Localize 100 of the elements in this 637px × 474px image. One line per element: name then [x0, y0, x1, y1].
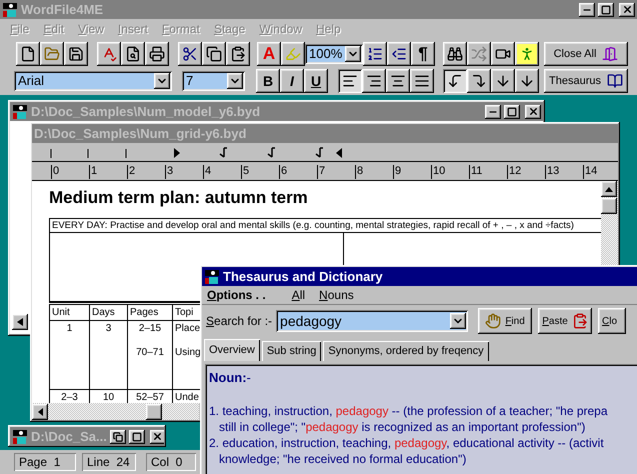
ruler-number: 5	[241, 165, 279, 179]
scroll-left-button[interactable]	[12, 314, 28, 330]
minimize-button[interactable]	[579, 2, 595, 16]
font-combo[interactable]: Arial	[14, 70, 172, 90]
pointing-hand-icon	[485, 313, 502, 329]
menu-item[interactable]: Nouns	[319, 288, 354, 302]
window-title: D:\Doc_Samples\Num_model_y6.byd	[31, 104, 262, 119]
print-preview-button[interactable]	[121, 42, 145, 66]
table-cell: 2–3	[61, 392, 78, 403]
restore-button[interactable]	[110, 430, 126, 444]
alignment-button[interactable]	[410, 68, 434, 92]
cut-button[interactable]	[178, 42, 202, 66]
outdent-button[interactable]	[387, 42, 411, 66]
table-cell: 2–15	[138, 323, 162, 334]
spell-check-button[interactable]	[97, 42, 121, 66]
close-icon	[152, 431, 164, 442]
alignment-button[interactable]	[362, 68, 386, 92]
menu-item[interactable]: All	[292, 288, 306, 302]
dropdown-button[interactable]	[450, 313, 466, 329]
left-arrow-icon	[17, 318, 23, 326]
outdent-icon	[391, 46, 407, 62]
dropdown-button[interactable]	[345, 46, 361, 62]
run-button[interactable]	[515, 42, 539, 66]
close-button[interactable]	[150, 430, 164, 444]
status-field: Line 24	[82, 453, 136, 471]
tab[interactable]: Overview	[204, 339, 260, 361]
document-heading: Medium term plan: autumn term	[49, 188, 309, 208]
highlight-button[interactable]	[281, 42, 305, 66]
minimize-button[interactable]	[485, 104, 501, 118]
scroll-thumb[interactable]	[146, 404, 162, 420]
dropdown-button[interactable]	[227, 72, 243, 88]
column-header: Pages	[128, 305, 173, 320]
dropdown-button[interactable]	[154, 72, 170, 88]
floppy-icon	[68, 46, 84, 62]
shuffle-icon	[471, 46, 487, 62]
find-button[interactable]: Find	[478, 308, 532, 334]
printer-icon	[149, 46, 165, 62]
status-field: Page 1	[14, 453, 76, 471]
ruler-number: 12	[507, 165, 545, 179]
close-button[interactable]: Clo	[598, 308, 626, 334]
search-field[interactable]: pedagogy	[276, 310, 468, 332]
window-title: WordFile4ME	[21, 2, 104, 17]
column-header: Days	[90, 305, 128, 320]
maximize-button[interactable]	[504, 104, 520, 118]
app-icon	[204, 268, 220, 284]
alignment-button[interactable]	[338, 68, 362, 92]
table-cell: 3	[106, 323, 112, 334]
scroll-up-button[interactable]	[601, 181, 617, 197]
paragraph-mark-button[interactable]: ¶	[411, 42, 435, 66]
thesaurus-button[interactable]: Thesaurus	[544, 68, 628, 92]
definition-line: knowledge; "he received no formal education")	[218, 451, 468, 467]
spacing-button[interactable]	[443, 68, 467, 92]
new-button[interactable]	[16, 42, 40, 66]
definition-line: still in college"; "pedagogy is recognized as an important profession")	[218, 419, 586, 435]
maximize-button[interactable]	[128, 430, 145, 444]
open-button[interactable]	[40, 42, 64, 66]
replace-button[interactable]	[467, 42, 491, 66]
ruler-number: 11	[469, 165, 507, 179]
close-button[interactable]	[619, 2, 635, 16]
window-title: D:\Doc_Samples\Num_grid-y6.byd	[34, 126, 248, 141]
format-button[interactable]: I	[280, 68, 304, 92]
table-cell: 70–71	[136, 347, 164, 358]
spacing-button[interactable]	[491, 68, 515, 92]
copy-icon	[206, 46, 222, 62]
save-button[interactable]	[64, 42, 88, 66]
alignment-button[interactable]	[386, 68, 410, 92]
maximize-button[interactable]	[598, 2, 614, 16]
scroll-thumb[interactable]	[601, 198, 617, 214]
tab[interactable]: Sub string	[262, 341, 322, 361]
paste-button[interactable]: Paste	[538, 308, 592, 334]
tab[interactable]: Synonyms, ordered by freqency	[323, 341, 489, 361]
camera-button[interactable]	[491, 42, 515, 66]
magnifier-page-icon	[125, 46, 141, 62]
binoculars-icon	[447, 46, 463, 62]
close-all-button[interactable]: Close All	[544, 42, 628, 66]
highlighter-icon	[285, 46, 301, 62]
format-button[interactable]: B	[256, 68, 280, 92]
font-size-combo[interactable]: 7	[182, 70, 245, 90]
book-icon	[606, 72, 623, 88]
paste-button[interactable]	[226, 42, 250, 66]
copy-button[interactable]	[202, 42, 226, 66]
horizontal-scrollbar[interactable]	[32, 403, 199, 420]
format-button[interactable]: U	[304, 68, 328, 92]
menu-item[interactable]: Options . .	[207, 288, 266, 302]
numbering-button[interactable]	[363, 42, 387, 66]
zoom-combo[interactable]: 100%	[305, 44, 363, 64]
print-button[interactable]	[145, 42, 169, 66]
restore-icon	[112, 432, 123, 442]
spacing-button[interactable]	[467, 68, 491, 92]
close-icon	[622, 4, 632, 15]
window-title: D:\Doc_Sa...	[31, 429, 107, 444]
find-button[interactable]	[443, 42, 467, 66]
close-button[interactable]	[525, 104, 541, 118]
door-icon	[602, 46, 618, 62]
document-icon	[20, 46, 36, 62]
definition-line: 1. teaching, instruction, pedagogy -- (the profession of a teacher; "he prepa	[209, 403, 609, 419]
spacing-button[interactable]	[515, 68, 539, 92]
table-cell: 1	[66, 323, 72, 334]
table-cell: Using	[175, 347, 201, 358]
scroll-left-button[interactable]	[32, 404, 48, 420]
